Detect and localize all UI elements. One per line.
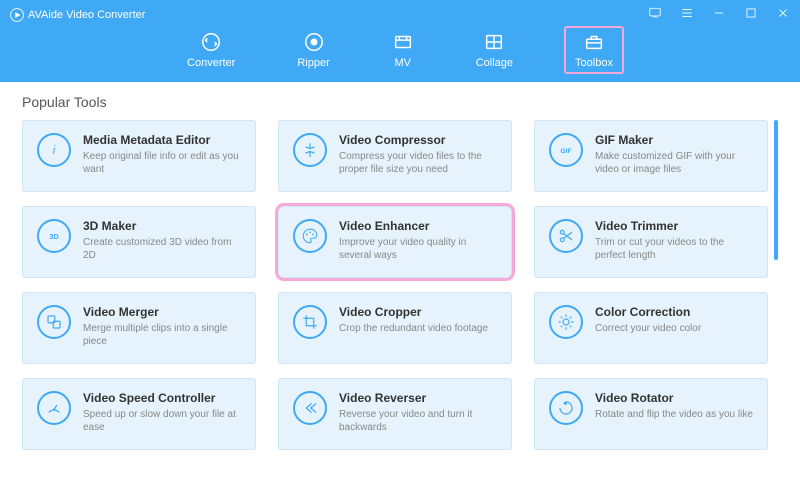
card-title: Video Speed Controller: [83, 391, 241, 405]
tab-label: Ripper: [297, 57, 329, 69]
mv-icon: [392, 31, 414, 53]
tool-card-video-compressor[interactable]: Video Compressor Compress your video file…: [278, 120, 512, 192]
tab-converter[interactable]: Converter: [177, 27, 245, 73]
palette-icon: [293, 219, 327, 253]
section-title: Popular Tools: [22, 94, 778, 110]
card-body: Video Trimmer Trim or cut your videos to …: [595, 219, 753, 262]
svg-text:GIF: GIF: [560, 148, 571, 155]
tools-grid: i Media Metadata Editor Keep original file…: [22, 120, 778, 450]
tab-ripper[interactable]: Ripper: [287, 27, 339, 73]
card-title: Video Reverser: [339, 391, 497, 405]
card-title: Color Correction: [595, 305, 753, 319]
card-body: Video Reverser Reverse your video and tur…: [339, 391, 497, 434]
info-icon: i: [37, 133, 71, 167]
card-body: 3D Maker Create customized 3D video from …: [83, 219, 241, 262]
tab-mv[interactable]: MV: [382, 27, 424, 73]
svg-text:3D: 3D: [49, 232, 59, 241]
card-title: Video Cropper: [339, 305, 497, 319]
compress-icon: [293, 133, 327, 167]
tab-label: Collage: [476, 57, 513, 69]
card-body: Video Merger Merge multiple clips into a …: [83, 305, 241, 348]
card-title: Video Enhancer: [339, 219, 497, 233]
tool-card-video-cropper[interactable]: Video Cropper Crop the redundant video fo…: [278, 292, 512, 364]
card-body: Video Speed Controller Speed up or slow d…: [83, 391, 241, 434]
play-logo-icon: [10, 8, 24, 22]
card-desc: Crop the redundant video footage: [339, 322, 497, 335]
tab-collage[interactable]: Collage: [466, 27, 523, 73]
ripper-icon: [303, 31, 325, 53]
tool-card-gif-maker[interactable]: GIF GIF Maker Make customized GIF with you…: [534, 120, 768, 192]
card-body: Color Correction Correct your video color: [595, 305, 753, 335]
tool-card-video-reverser[interactable]: Video Reverser Reverse your video and tur…: [278, 378, 512, 450]
tab-label: Toolbox: [575, 57, 613, 69]
card-desc: Improve your video quality in several wa…: [339, 236, 497, 262]
card-body: Video Cropper Crop the redundant video fo…: [339, 305, 497, 335]
card-title: Video Merger: [83, 305, 241, 319]
tool-card-3d-maker[interactable]: 3D 3D Maker Create customized 3D video fro…: [22, 206, 256, 278]
card-desc: Compress your video files to the proper …: [339, 150, 497, 176]
tool-card-video-trimmer[interactable]: Video Trimmer Trim or cut your videos to …: [534, 206, 768, 278]
app-title: AVAide Video Converter: [28, 9, 145, 21]
converter-icon: [200, 31, 222, 53]
card-title: Video Trimmer: [595, 219, 753, 233]
card-desc: Merge multiple clips into a single piece: [83, 322, 241, 348]
card-desc: Trim or cut your videos to the perfect l…: [595, 236, 753, 262]
app-header: AVAide Video Converter Converter Ripper …: [0, 0, 800, 82]
card-desc: Make customized GIF with your video or i…: [595, 150, 753, 176]
main-tabs: Converter Ripper MV Collage Toolbox: [0, 24, 800, 82]
titlebar: AVAide Video Converter: [0, 0, 800, 24]
scissors-icon: [549, 219, 583, 253]
tool-card-color-correction[interactable]: Color Correction Correct your video color: [534, 292, 768, 364]
tab-label: Converter: [187, 57, 235, 69]
speed-icon: [37, 391, 71, 425]
gif-icon: GIF: [549, 133, 583, 167]
card-title: Video Compressor: [339, 133, 497, 147]
svg-text:i: i: [53, 143, 56, 157]
reverse-icon: [293, 391, 327, 425]
close-icon[interactable]: [776, 6, 790, 25]
3d-icon: 3D: [37, 219, 71, 253]
minimize-icon[interactable]: [712, 6, 726, 25]
tab-toolbox[interactable]: Toolbox: [565, 27, 623, 73]
crop-icon: [293, 305, 327, 339]
tool-card-video-rotator[interactable]: Video Rotator Rotate and flip the video a…: [534, 378, 768, 450]
card-title: Media Metadata Editor: [83, 133, 241, 147]
card-desc: Speed up or slow down your file at ease: [83, 408, 241, 434]
merge-icon: [37, 305, 71, 339]
collage-icon: [483, 31, 505, 53]
card-desc: Rotate and flip the video as you like: [595, 408, 753, 421]
menu-icon[interactable]: [680, 6, 694, 25]
tool-card-media-metadata-editor[interactable]: i Media Metadata Editor Keep original file…: [22, 120, 256, 192]
feedback-icon[interactable]: [648, 6, 662, 25]
card-title: GIF Maker: [595, 133, 753, 147]
tab-label: MV: [394, 57, 411, 69]
content-area: Popular Tools i Media Metadata Editor Keep…: [0, 82, 800, 500]
card-body: Media Metadata Editor Keep original file …: [83, 133, 241, 176]
card-desc: Correct your video color: [595, 322, 753, 335]
scrollbar[interactable]: [774, 120, 778, 260]
toolbox-icon: [583, 31, 605, 53]
tools-scroll: i Media Metadata Editor Keep original file…: [22, 120, 778, 500]
card-body: Video Rotator Rotate and flip the video a…: [595, 391, 753, 421]
tool-card-video-merger[interactable]: Video Merger Merge multiple clips into a …: [22, 292, 256, 364]
card-desc: Create customized 3D video from 2D: [83, 236, 241, 262]
card-desc: Keep original file info or edit as you w…: [83, 150, 241, 176]
card-desc: Reverse your video and turn it backwards: [339, 408, 497, 434]
window-controls: [648, 6, 790, 25]
card-title: 3D Maker: [83, 219, 241, 233]
card-body: GIF Maker Make customized GIF with your v…: [595, 133, 753, 176]
tool-card-video-enhancer[interactable]: Video Enhancer Improve your video quality…: [278, 206, 512, 278]
app-logo: AVAide Video Converter: [10, 8, 145, 22]
tool-card-video-speed-controller[interactable]: Video Speed Controller Speed up or slow d…: [22, 378, 256, 450]
card-body: Video Enhancer Improve your video quality…: [339, 219, 497, 262]
rotate-icon: [549, 391, 583, 425]
sun-icon: [549, 305, 583, 339]
card-body: Video Compressor Compress your video file…: [339, 133, 497, 176]
maximize-icon[interactable]: [744, 6, 758, 25]
card-title: Video Rotator: [595, 391, 753, 405]
